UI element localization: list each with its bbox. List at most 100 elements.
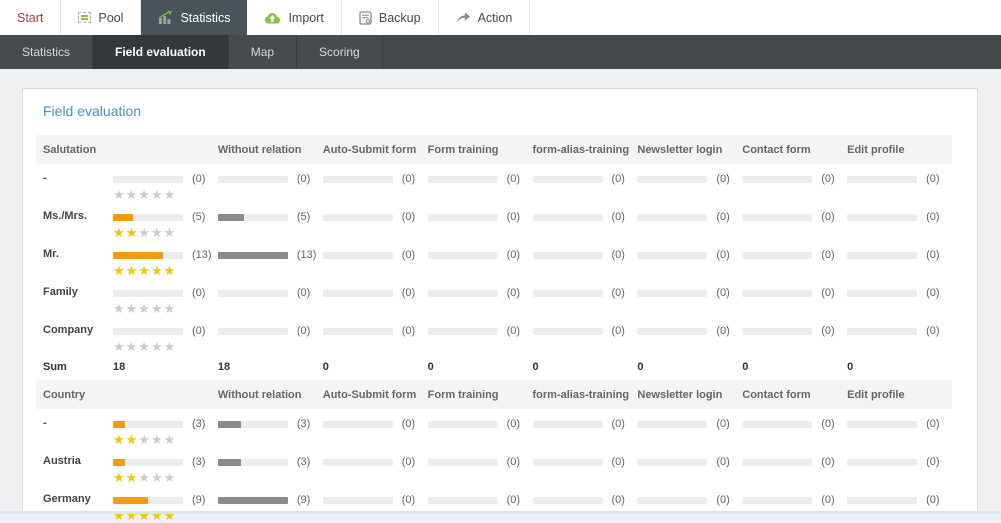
cell-count: (0)	[506, 173, 521, 185]
progress-bar-fill	[217, 496, 288, 504]
progress-bar-fill	[113, 458, 125, 466]
progress-bar-track	[113, 496, 183, 504]
table-cell: (0)	[637, 316, 742, 337]
nav-item-label: Statistics	[180, 10, 231, 25]
sum-value: 0	[532, 361, 539, 373]
cell-count: (0)	[611, 456, 625, 468]
table-header-row: Country Without relation Auto-Submit form F…	[36, 380, 952, 409]
cell-count: (0)	[716, 494, 730, 506]
nav-item-statistics[interactable]: Statistics	[141, 0, 248, 35]
progress-bar-track	[322, 251, 393, 259]
cell-count: (0)	[926, 249, 940, 261]
table-row: - (3) ★★★★★ (3) (0) (0) (0) (0) (0) (0)	[36, 409, 952, 447]
table-cell: (0) ★★★★★	[113, 278, 218, 316]
column-header: Newsletter login	[637, 388, 723, 401]
cell-count: (0)	[401, 211, 416, 223]
table-cell: (0)	[322, 316, 428, 337]
table-cell: (0)	[217, 278, 323, 299]
table-cell: (0) ★★★★★	[113, 164, 218, 202]
table-cell: (0)	[532, 202, 638, 223]
table-row: Mr. (13) ★★★★★ (13) (0) (0) (0) (0) (0) (0)	[36, 240, 952, 278]
progress-bar-track	[217, 496, 288, 504]
field-evaluation-table: Salutation Without relation Auto-Submit fo…	[36, 135, 952, 523]
table-cell: (0)	[742, 447, 847, 468]
table-header-row: Salutation Without relation Auto-Submit fo…	[36, 135, 952, 164]
action-icon	[456, 12, 471, 23]
top-navigation: Start Pool Statistics Import Backup Action	[0, 0, 1001, 35]
nav-item-backup[interactable]: Backup	[342, 0, 439, 35]
cell-count: (0)	[192, 325, 206, 337]
column-header: Edit profile	[847, 388, 905, 401]
progress-bar-track	[427, 420, 498, 428]
progress-bar-track	[847, 327, 918, 335]
cell-count: (0)	[716, 287, 730, 299]
table-cell: (0)	[217, 316, 323, 337]
cell-count: (0)	[506, 211, 521, 223]
subnav-item-field-evaluation[interactable]: Field evaluation	[93, 35, 229, 69]
progress-bar-track	[742, 327, 813, 335]
row-label: Company	[43, 324, 94, 336]
star-rating: ★★★★★	[113, 339, 177, 354]
cell-count: (0)	[296, 173, 311, 185]
table-cell: (0)	[427, 485, 533, 506]
progress-bar-track	[322, 458, 393, 466]
progress-bar-fill	[113, 213, 133, 221]
table-cell: (0)	[322, 485, 428, 506]
subnav-item-map[interactable]: Map	[228, 35, 298, 69]
sum-value: 18	[217, 361, 231, 373]
nav-item-label: Backup	[378, 10, 421, 25]
progress-bar-track	[637, 289, 708, 297]
cell-count: (0)	[611, 325, 625, 337]
cell-count: (0)	[821, 249, 835, 261]
star-rating: ★★★★★	[113, 187, 177, 202]
progress-bar-track	[217, 458, 288, 466]
progress-bar-track	[742, 458, 813, 466]
table-cell: (0)	[847, 485, 952, 506]
progress-bar-track	[322, 289, 393, 297]
table-row: Germany (9) ★★★★★ (9) (0) (0) (0) (0) (0) (0)	[36, 485, 952, 523]
progress-bar-track	[427, 458, 498, 466]
subnav-item-scoring[interactable]: Scoring	[297, 35, 383, 69]
nav-item-action[interactable]: Action	[439, 0, 531, 35]
cell-count: (0)	[716, 325, 730, 337]
table-cell: (0)	[532, 409, 638, 430]
table-cell: (0)	[847, 278, 952, 299]
progress-bar-track	[742, 420, 813, 428]
table-cell: (0)	[322, 409, 428, 430]
cell-count: (0)	[401, 456, 416, 468]
progress-bar-track	[532, 327, 603, 335]
progress-bar-track	[637, 420, 708, 428]
cell-count: (0)	[401, 418, 416, 430]
progress-bar-track	[113, 175, 183, 183]
progress-bar-track	[113, 420, 183, 428]
nav-item-pool[interactable]: Pool	[61, 0, 142, 35]
column-header: Form training	[427, 143, 499, 156]
nav-item-start[interactable]: Start	[0, 0, 62, 35]
nav-item-label: Start	[17, 10, 44, 25]
subnav-item-label: Statistics	[22, 45, 71, 59]
table-row: - (0) ★★★★★ (0) (0) (0) (0) (0) (0) (0)	[36, 164, 952, 202]
row-label: Family	[43, 286, 78, 298]
table-cell: (0)	[532, 485, 638, 506]
subnav-item-statistics[interactable]: Statistics	[0, 35, 94, 69]
cell-count: (0)	[716, 456, 730, 468]
section-label: Salutation	[43, 143, 97, 156]
nav-item-import[interactable]: Import	[247, 0, 342, 35]
progress-bar-track	[217, 213, 288, 221]
progress-bar-track	[217, 175, 288, 183]
progress-bar-track	[847, 251, 918, 259]
table-cell: (0)	[847, 164, 952, 185]
row-label: Mr.	[43, 248, 59, 260]
table-cell: (0)	[637, 164, 742, 185]
table-cell: (0)	[637, 202, 742, 223]
sum-value: 18	[113, 361, 126, 373]
progress-bar-track	[217, 327, 288, 335]
column-header: Auto-Submit form	[322, 388, 417, 401]
column-header: Contact form	[742, 388, 811, 401]
progress-bar-track	[217, 289, 288, 297]
progress-bar-track	[742, 175, 813, 183]
table-cell: (0)	[742, 316, 847, 337]
table-cell: (5)	[217, 202, 323, 223]
progress-bar-track	[217, 251, 288, 259]
table-cell: (3)	[217, 409, 323, 430]
